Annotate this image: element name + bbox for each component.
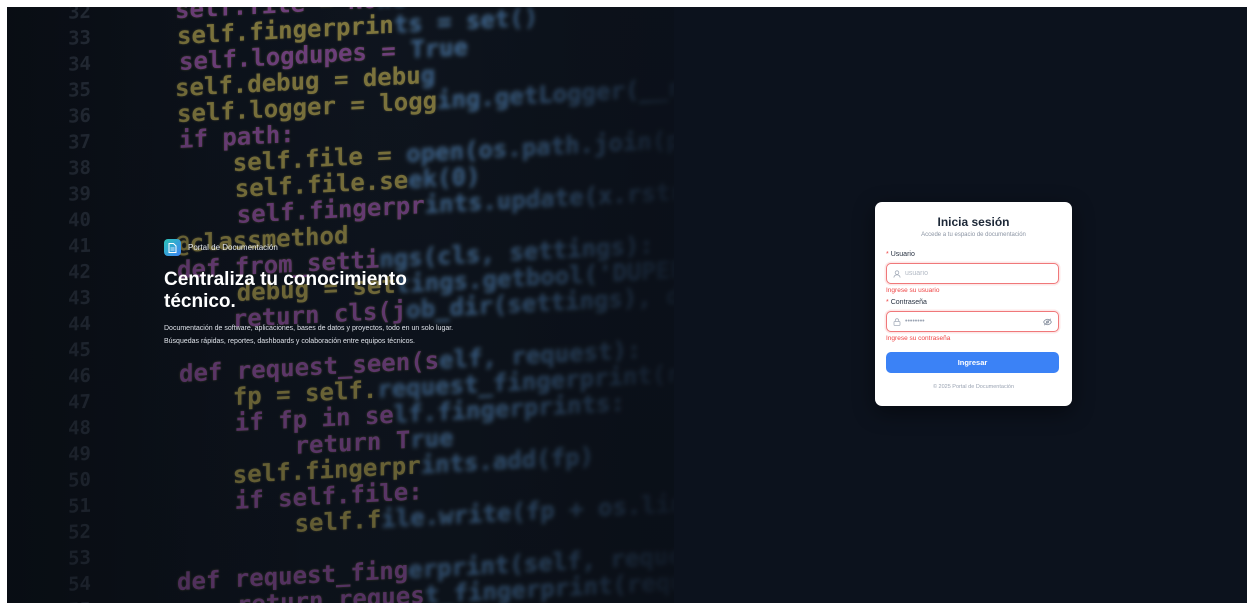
username-field[interactable] [886,263,1059,284]
document-icon [164,239,181,256]
brand: Portal de Documentación [164,239,474,256]
brand-name: Portal de Documentación [188,243,278,252]
password-field[interactable] [886,311,1059,332]
user-icon [893,265,901,283]
password-label-text: Contraseña [890,299,927,306]
hero-content: Portal de Documentación Centraliza tu co… [164,239,474,348]
password-error: Ingrese su contraseña [886,335,951,342]
password-input[interactable] [905,318,1039,325]
hero-title: Centraliza tu conocimiento técnico. [164,269,407,312]
login-title: Inicia sesión [937,215,1010,229]
eye-off-icon[interactable] [1043,313,1052,331]
username-input[interactable] [905,270,1052,277]
username-label-text: Usuario [890,251,915,258]
login-subtitle: Accede a tu espacio de documentación [921,232,1026,238]
password-label: * Contraseña [886,299,927,306]
login-button[interactable]: Ingresar [886,352,1059,373]
required-mark: * [886,251,889,258]
copyright-footer: © 2025 Portal de Documentación [932,384,1015,390]
lock-icon [893,313,901,331]
required-mark: * [886,299,889,306]
hero-description: Documentación de software, aplicaciones,… [164,325,454,345]
username-label: * Usuario [886,251,915,258]
username-error: Ingrese su usuario [886,287,940,294]
login-card: Inicia sesión Accede a tu espacio de doc… [875,202,1072,406]
login-page: 32self.file = None33self.fingerprints = … [7,7,1247,603]
hero-panel: 32self.file = None33self.fingerprints = … [7,7,674,603]
